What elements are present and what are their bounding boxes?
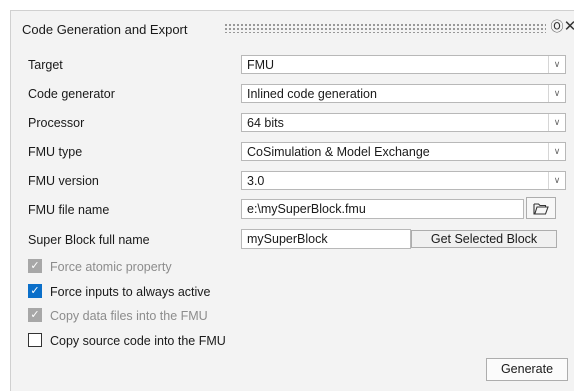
copy-source-code-label: Copy source code into the FMU [50,334,226,348]
target-value: FMU [247,58,275,72]
fmu-version-label: FMU version [28,174,99,188]
browse-file-button[interactable] [526,197,556,219]
panel-titlebar[interactable]: Code Generation and Export Ⓞ ✕ [11,11,574,45]
help-icon[interactable]: Ⓞ [550,20,564,34]
fmu-type-select[interactable]: CoSimulation & Model Exchange ∨ [241,142,566,161]
fmu-file-name-input[interactable]: e:\mySuperBlock.fmu [241,199,524,219]
get-selected-block-button[interactable]: Get Selected Block [411,230,557,248]
close-icon[interactable]: ✕ [563,19,574,35]
force-inputs-active-label: Force inputs to always active [50,285,211,299]
folder-icon [533,203,549,215]
copy-data-files-checkbox[interactable]: ✓ [28,308,42,322]
force-atomic-checkbox[interactable]: ✓ [28,259,42,273]
processor-label: Processor [28,116,85,130]
chevron-down-icon[interactable]: ∨ [548,56,565,73]
super-block-name-label: Super Block full name [28,233,150,247]
processor-value: 64 bits [247,116,284,130]
code-generation-export-panel: Code Generation and Export Ⓞ ✕ Target FM… [10,10,574,391]
drag-grip[interactable] [224,23,546,33]
panel-title: Code Generation and Export [22,22,188,37]
code-generator-value: Inlined code generation [247,87,377,101]
super-block-name-value: mySuperBlock [247,232,328,246]
fmu-type-value: CoSimulation & Model Exchange [247,145,430,159]
copy-source-code-checkbox[interactable] [28,333,42,347]
generate-button[interactable]: Generate [486,358,568,381]
chevron-down-icon[interactable]: ∨ [548,143,565,160]
fmu-file-name-value: e:\mySuperBlock.fmu [247,202,366,216]
copy-data-files-label: Copy data files into the FMU [50,309,208,323]
chevron-down-icon[interactable]: ∨ [548,85,565,102]
target-select[interactable]: FMU ∨ [241,55,566,74]
code-generator-select[interactable]: Inlined code generation ∨ [241,84,566,103]
processor-select[interactable]: 64 bits ∨ [241,113,566,132]
force-inputs-active-checkbox[interactable]: ✓ [28,284,42,298]
force-atomic-label: Force atomic property [50,260,172,274]
super-block-name-input[interactable]: mySuperBlock [241,229,411,249]
code-generator-label: Code generator [28,87,115,101]
fmu-type-label: FMU type [28,145,83,159]
target-label: Target [28,58,63,72]
fmu-version-value: 3.0 [247,174,265,188]
fmu-version-select[interactable]: 3.0 ∨ [241,171,566,190]
chevron-down-icon[interactable]: ∨ [548,172,565,189]
fmu-file-name-label: FMU file name [28,203,110,217]
chevron-down-icon[interactable]: ∨ [548,114,565,131]
